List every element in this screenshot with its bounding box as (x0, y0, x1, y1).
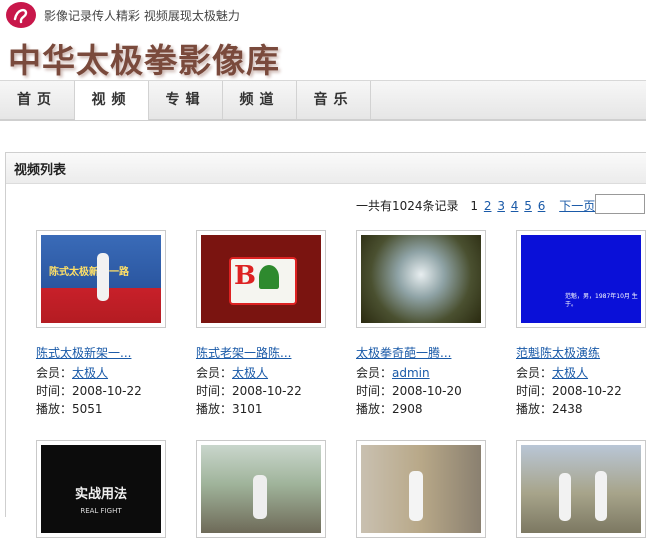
video-time: 时间：2008-10-20 (356, 384, 462, 398)
nav-tab-channels[interactable]: 频道 (223, 81, 297, 119)
video-thumbnail[interactable] (196, 440, 326, 538)
video-title-link[interactable]: 范魁陈太极演练 (516, 344, 600, 361)
page-link-4[interactable]: 4 (511, 199, 519, 213)
video-plays: 播放：3101 (196, 402, 263, 416)
member-link[interactable]: 太极人 (552, 366, 588, 380)
performer-figure (97, 253, 109, 301)
video-title-link[interactable]: 陈式老架一路陈... (196, 344, 291, 361)
performer-figure (559, 473, 571, 521)
slogan: 影像记录传人精彩 视频展现太极魅力 (44, 9, 240, 23)
video-member: 会员：太极人 (36, 366, 109, 380)
page-jump-input[interactable] (595, 194, 645, 214)
logo-swirl-icon (13, 8, 28, 24)
nav-tab-home[interactable]: 首页 (0, 81, 75, 119)
video-time: 时间：2008-10-22 (36, 384, 142, 398)
tree-icon (259, 265, 279, 289)
video-time: 时间：2008-10-22 (516, 384, 622, 398)
page-link-2[interactable]: 2 (484, 199, 492, 213)
video-plays: 播放：5051 (36, 402, 103, 416)
performer-figure (595, 471, 607, 521)
video-title-link[interactable]: 陈式太极新架一... (36, 344, 131, 361)
video-thumbnail[interactable] (516, 440, 646, 538)
next-page-link[interactable]: 下一页 (559, 199, 595, 213)
section-title: 视频列表 (14, 163, 67, 178)
site-title[interactable]: 中华太极拳影像库 (8, 34, 280, 82)
video-time: 时间：2008-10-22 (196, 384, 302, 398)
page-link-5[interactable]: 5 (524, 199, 532, 213)
video-member: 会员：太极人 (196, 366, 269, 380)
video-member: 会员：admin (356, 366, 430, 380)
site-logo[interactable] (6, 2, 36, 28)
member-link[interactable]: admin (392, 366, 430, 380)
pager: 一共有1024条记录 1 2 3 4 5 6 下一页 尾页 (356, 197, 627, 214)
page-link-6[interactable]: 6 (538, 199, 546, 213)
video-thumbnail[interactable]: 范魁，男，1987年10月 生于。 (516, 230, 646, 328)
video-member: 会员：太极人 (516, 366, 589, 380)
video-thumbnail[interactable] (356, 230, 486, 328)
section-header (6, 153, 646, 184)
performer-figure (409, 471, 423, 521)
nav-tab-videos[interactable]: 视频 (75, 81, 149, 120)
video-plays: 播放：2908 (356, 402, 423, 416)
top-strip: 影像记录传人精彩 视频展现太极魅力 (0, 0, 646, 30)
record-count: 一共有1024条记录 (356, 199, 459, 213)
member-link[interactable]: 太极人 (72, 366, 108, 380)
performer-figure (253, 475, 267, 519)
video-plays: 播放：2438 (516, 402, 583, 416)
video-title-link[interactable]: 太极拳奇葩一腾... (356, 344, 451, 361)
video-thumbnail[interactable] (356, 440, 486, 538)
video-thumbnail[interactable]: 陈式太极新架一路 (36, 230, 166, 328)
nav-tab-music[interactable]: 音乐 (297, 81, 371, 119)
nav-tab-albums[interactable]: 专辑 (149, 81, 223, 119)
video-thumbnail[interactable]: 实战用法 REAL FIGHT (36, 440, 166, 538)
main-nav: 首页 视频 专辑 频道 音乐 (0, 80, 646, 121)
current-page: 1 (470, 199, 479, 213)
page-link-3[interactable]: 3 (497, 199, 505, 213)
video-thumbnail[interactable]: B (196, 230, 326, 328)
member-link[interactable]: 太极人 (232, 366, 268, 380)
